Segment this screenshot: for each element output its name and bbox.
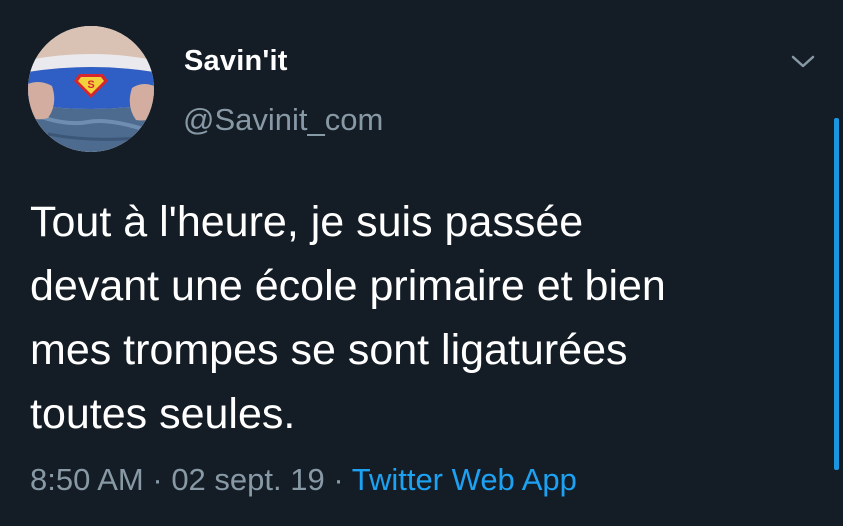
svg-text:S: S [87, 79, 94, 91]
tweet-text: Tout à l'heure, je suis passée devant un… [30, 198, 666, 438]
tweet-time[interactable]: 8:50 AM [30, 462, 144, 497]
user-handle[interactable]: @Savinit_com [183, 102, 383, 138]
tweet-date[interactable]: 02 sept. 19 [171, 462, 324, 497]
meta-separator: · [143, 462, 172, 497]
display-name[interactable]: Savin'it [184, 45, 288, 78]
tweet-card: S Savin'it @Savinit_com Tout à l'heure, … [0, 0, 843, 526]
scrollbar[interactable] [834, 118, 839, 470]
meta-separator: · [324, 462, 352, 497]
avatar[interactable]: S [28, 26, 154, 152]
tweet-meta: 8:50 AM · 02 sept. 19 · Twitter Web App [30, 462, 577, 498]
chevron-down-icon-svg [791, 55, 815, 68]
tweet-source-link[interactable]: Twitter Web App [352, 462, 577, 497]
avatar-image: S [28, 26, 154, 152]
chevron-down-icon[interactable] [788, 50, 818, 72]
